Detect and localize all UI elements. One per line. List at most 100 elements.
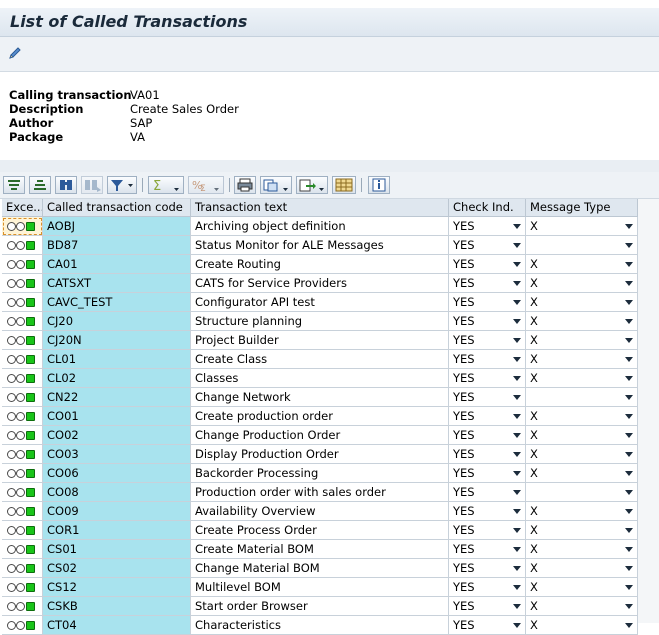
message-type-dropdown[interactable]: X bbox=[526, 331, 638, 350]
check-indicator-dropdown[interactable]: YES bbox=[449, 217, 526, 236]
transaction-code-cell[interactable]: CO01 bbox=[43, 407, 191, 426]
exception-cell[interactable] bbox=[2, 388, 43, 407]
chevron-down-icon[interactable] bbox=[513, 319, 521, 324]
chevron-down-icon[interactable] bbox=[625, 414, 633, 419]
chevron-down-icon[interactable] bbox=[513, 471, 521, 476]
table-row[interactable]: CS02 Change Material BOM YES X bbox=[0, 559, 638, 578]
check-indicator-dropdown[interactable]: YES bbox=[449, 255, 526, 274]
exception-cell[interactable] bbox=[2, 274, 43, 293]
chevron-down-icon[interactable] bbox=[513, 490, 521, 495]
chevron-down-icon[interactable] bbox=[513, 376, 521, 381]
message-type-dropdown[interactable]: X bbox=[526, 312, 638, 331]
transaction-code-cell[interactable]: CL01 bbox=[43, 350, 191, 369]
chevron-down-icon[interactable] bbox=[625, 509, 633, 514]
transaction-code-cell[interactable]: CN22 bbox=[43, 388, 191, 407]
print-icon[interactable] bbox=[234, 176, 256, 194]
message-type-dropdown[interactable]: X bbox=[526, 369, 638, 388]
table-row[interactable]: CO03 Display Production Order YES X bbox=[0, 445, 638, 464]
message-type-dropdown[interactable]: X bbox=[526, 255, 638, 274]
chevron-down-icon[interactable] bbox=[513, 604, 521, 609]
exception-cell[interactable] bbox=[2, 350, 43, 369]
chevron-down-icon[interactable] bbox=[625, 395, 633, 400]
message-type-dropdown[interactable]: X bbox=[526, 293, 638, 312]
chevron-down-icon[interactable] bbox=[625, 281, 633, 286]
table-row[interactable]: CN22 Change Network YES bbox=[0, 388, 638, 407]
check-indicator-dropdown[interactable]: YES bbox=[449, 350, 526, 369]
check-indicator-dropdown[interactable]: YES bbox=[449, 407, 526, 426]
table-row[interactable]: BD87 Status Monitor for ALE Messages YES bbox=[0, 236, 638, 255]
exception-cell[interactable] bbox=[2, 369, 43, 388]
table-row[interactable]: CO08 Production order with sales order YES bbox=[0, 483, 638, 502]
table-row[interactable]: CJ20N Project Builder YES X bbox=[0, 331, 638, 350]
exception-cell[interactable] bbox=[2, 407, 43, 426]
check-indicator-dropdown[interactable]: YES bbox=[449, 426, 526, 445]
check-indicator-dropdown[interactable]: YES bbox=[449, 312, 526, 331]
transaction-code-cell[interactable]: CO02 bbox=[43, 426, 191, 445]
check-indicator-dropdown[interactable]: YES bbox=[449, 369, 526, 388]
transaction-code-cell[interactable]: CJ20 bbox=[43, 312, 191, 331]
sort-descending-icon[interactable] bbox=[29, 176, 51, 194]
exception-cell[interactable] bbox=[2, 597, 43, 616]
message-type-dropdown[interactable] bbox=[526, 236, 638, 255]
sum-icon[interactable]: Σ bbox=[148, 176, 184, 194]
column-header-message-type[interactable]: Message Type bbox=[526, 199, 638, 217]
message-type-dropdown[interactable]: X bbox=[526, 597, 638, 616]
message-type-dropdown[interactable]: X bbox=[526, 445, 638, 464]
transaction-code-cell[interactable]: AOBJ bbox=[43, 217, 191, 236]
chevron-down-icon[interactable] bbox=[513, 395, 521, 400]
transaction-code-cell[interactable]: CO06 bbox=[43, 464, 191, 483]
message-type-dropdown[interactable]: X bbox=[526, 217, 638, 236]
pencil-icon[interactable] bbox=[7, 45, 23, 61]
chevron-down-icon[interactable] bbox=[625, 433, 633, 438]
chevron-down-icon[interactable] bbox=[625, 490, 633, 495]
transaction-code-cell[interactable]: CA01 bbox=[43, 255, 191, 274]
message-type-dropdown[interactable]: X bbox=[526, 616, 638, 635]
check-indicator-dropdown[interactable]: YES bbox=[449, 578, 526, 597]
chevron-down-icon[interactable] bbox=[625, 566, 633, 571]
transaction-code-cell[interactable]: COR1 bbox=[43, 521, 191, 540]
table-row[interactable]: COR1 Create Process Order YES X bbox=[0, 521, 638, 540]
chevron-down-icon[interactable] bbox=[513, 281, 521, 286]
table-row[interactable]: CA01 Create Routing YES X bbox=[0, 255, 638, 274]
chevron-down-icon[interactable] bbox=[625, 452, 633, 457]
check-indicator-dropdown[interactable]: YES bbox=[449, 559, 526, 578]
check-indicator-dropdown[interactable]: YES bbox=[449, 388, 526, 407]
chevron-down-icon[interactable] bbox=[625, 338, 633, 343]
transaction-code-cell[interactable]: CL02 bbox=[43, 369, 191, 388]
chevron-down-icon[interactable] bbox=[625, 547, 633, 552]
exception-cell[interactable] bbox=[2, 217, 43, 236]
exception-cell[interactable] bbox=[2, 578, 43, 597]
transaction-code-cell[interactable]: BD87 bbox=[43, 236, 191, 255]
check-indicator-dropdown[interactable]: YES bbox=[449, 502, 526, 521]
chevron-down-icon[interactable] bbox=[625, 604, 633, 609]
table-row[interactable]: CSKB Start order Browser YES X bbox=[0, 597, 638, 616]
chevron-down-icon[interactable] bbox=[625, 243, 633, 248]
find-next-icon[interactable] bbox=[81, 176, 103, 194]
export-icon[interactable] bbox=[296, 176, 328, 194]
chevron-down-icon[interactable] bbox=[513, 585, 521, 590]
layout-icon[interactable] bbox=[332, 176, 356, 194]
check-indicator-dropdown[interactable]: YES bbox=[449, 331, 526, 350]
chevron-down-icon[interactable] bbox=[625, 623, 633, 628]
chevron-down-icon[interactable] bbox=[513, 623, 521, 628]
exception-cell[interactable] bbox=[2, 255, 43, 274]
sort-ascending-icon[interactable] bbox=[3, 176, 25, 194]
chevron-down-icon[interactable] bbox=[513, 566, 521, 571]
find-icon[interactable] bbox=[55, 176, 77, 194]
table-row[interactable]: CL02 Classes YES X bbox=[0, 369, 638, 388]
message-type-dropdown[interactable]: X bbox=[526, 350, 638, 369]
message-type-dropdown[interactable]: X bbox=[526, 274, 638, 293]
check-indicator-dropdown[interactable]: YES bbox=[449, 293, 526, 312]
chevron-down-icon[interactable] bbox=[513, 528, 521, 533]
chevron-down-icon[interactable] bbox=[513, 243, 521, 248]
chevron-down-icon[interactable] bbox=[513, 433, 521, 438]
message-type-dropdown[interactable]: X bbox=[526, 521, 638, 540]
chevron-down-icon[interactable] bbox=[625, 585, 633, 590]
exception-cell[interactable] bbox=[2, 312, 43, 331]
chevron-down-icon[interactable] bbox=[513, 357, 521, 362]
transaction-code-cell[interactable]: CO03 bbox=[43, 445, 191, 464]
exception-cell[interactable] bbox=[2, 502, 43, 521]
exception-cell[interactable] bbox=[2, 331, 43, 350]
check-indicator-dropdown[interactable]: YES bbox=[449, 236, 526, 255]
message-type-dropdown[interactable] bbox=[526, 483, 638, 502]
